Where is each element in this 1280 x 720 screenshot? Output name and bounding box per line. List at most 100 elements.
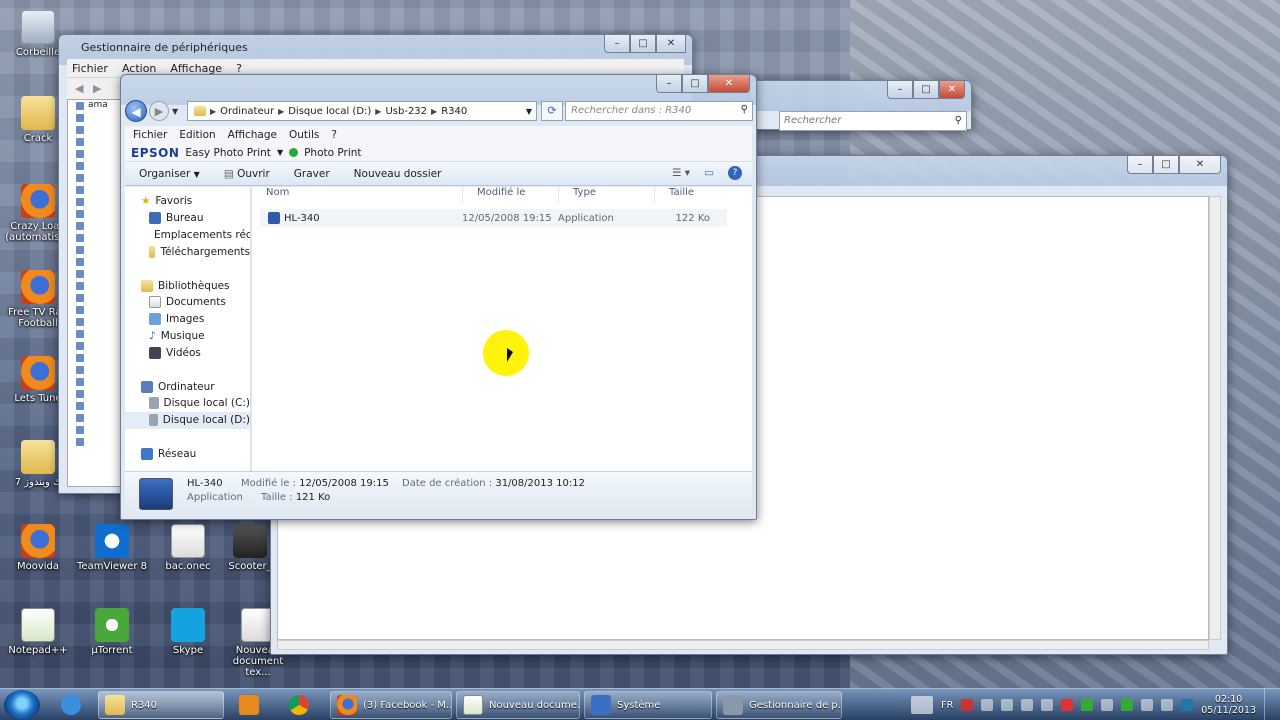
nav-favorites[interactable]: ★ Favoris	[125, 193, 250, 210]
network-signal-icon[interactable]	[1041, 699, 1054, 711]
close-button[interactable]: ✕	[708, 75, 750, 93]
nav-drive-d[interactable]: Disque local (D:)	[125, 411, 250, 429]
burn-button[interactable]: Graver	[294, 168, 330, 180]
minimize-button[interactable]: –	[1127, 156, 1153, 174]
nav-drive-c[interactable]: Disque local (C:)	[125, 395, 250, 412]
vertical-scrollbar[interactable]	[1209, 196, 1221, 640]
utorrent-tray-icon[interactable]	[1121, 699, 1134, 711]
help-icon[interactable]: ?	[728, 166, 742, 180]
tree-node[interactable]	[68, 352, 120, 364]
media-player-pinned-button[interactable]	[226, 691, 272, 719]
language-indicator[interactable]: FR	[941, 700, 953, 711]
chevron-down-icon[interactable]: ▼	[277, 148, 283, 157]
tree-node[interactable]	[68, 148, 120, 160]
tree-node[interactable]	[68, 256, 120, 268]
search-input[interactable]: Rechercher dans : R340 ⚲	[565, 101, 753, 121]
tree-node[interactable]	[68, 364, 120, 376]
nav-libraries[interactable]: Bibliothèques	[125, 277, 250, 294]
photo-print-button[interactable]: Photo Print	[304, 147, 361, 159]
menu-edition[interactable]: Edition	[179, 129, 215, 141]
tree-node[interactable]	[68, 196, 120, 208]
forward-button[interactable]: ▶	[149, 101, 169, 121]
tree-node[interactable]	[68, 208, 120, 220]
desktop-icon-notepad-plus[interactable]: Notepad++	[0, 608, 76, 656]
tray-app-icon[interactable]	[1101, 699, 1114, 711]
tree-node[interactable]	[68, 220, 120, 232]
taskbar-item-system[interactable]: Système	[584, 691, 712, 719]
file-row[interactable]: HL-340 12/05/2008 19:15 Application 122 …	[260, 209, 727, 227]
clock[interactable]: 02:10 05/11/2013	[1201, 694, 1256, 716]
nav-computer[interactable]: Ordinateur	[125, 378, 250, 395]
tree-node[interactable]	[68, 304, 120, 316]
column-header-modified[interactable]: Modifié le	[462, 187, 525, 203]
ie-pinned-button[interactable]	[48, 691, 94, 719]
tray-app-icon[interactable]	[1181, 699, 1194, 711]
nav-downloads[interactable]: Téléchargements	[125, 243, 250, 260]
tree-node[interactable]	[68, 124, 120, 136]
menu-help[interactable]: ?	[331, 129, 337, 141]
tray-app-icon[interactable]	[1161, 699, 1174, 711]
preview-pane-icon[interactable]: ▭	[704, 167, 714, 179]
menu-action[interactable]: Action	[122, 62, 156, 75]
back-arrow-icon[interactable]: ◀	[75, 82, 83, 95]
tree-node[interactable]	[68, 424, 120, 436]
antivirus-icon[interactable]	[961, 699, 974, 711]
tray-app-icon[interactable]	[1081, 699, 1094, 711]
tree-node[interactable]	[68, 292, 120, 304]
start-button[interactable]	[4, 690, 40, 720]
horizontal-scrollbar[interactable]	[277, 640, 1209, 650]
breadcrumb-computer[interactable]: Ordinateur	[220, 106, 274, 117]
maximize-button[interactable]: □	[630, 35, 656, 53]
menu-outils[interactable]: Outils	[289, 129, 319, 141]
device-tree[interactable]: ama	[67, 99, 121, 487]
breadcrumb-drive-d[interactable]: Disque local (D:)	[288, 106, 371, 117]
minimize-button[interactable]: –	[656, 75, 682, 93]
menu-affichage[interactable]: Affichage	[170, 62, 222, 75]
nav-network[interactable]: Réseau	[125, 446, 250, 463]
volume-icon[interactable]	[1021, 699, 1034, 711]
column-header-name[interactable]: Nom	[252, 187, 289, 203]
forward-arrow-icon[interactable]: ▶	[93, 82, 101, 95]
tree-node[interactable]	[68, 280, 120, 292]
action-center-icon[interactable]	[981, 699, 994, 711]
background-explorer-window[interactable]: – □ ✕ Rechercher ⚲	[750, 80, 972, 131]
menu-help[interactable]: ?	[236, 62, 242, 75]
tree-node[interactable]	[68, 232, 120, 244]
column-header-size[interactable]: Taille	[654, 187, 694, 203]
tree-node[interactable]	[68, 160, 120, 172]
tree-node[interactable]	[68, 328, 120, 340]
explorer-window[interactable]: – □ ✕ ◀ ▶ ▼ ▶ Ordinateur ▶ Disque local …	[120, 74, 757, 520]
nav-desktop[interactable]: Bureau	[125, 210, 250, 227]
close-button[interactable]: ✕	[1179, 156, 1221, 174]
chevron-down-icon[interactable]: ▼	[526, 107, 532, 116]
tree-root[interactable]: ama	[68, 100, 120, 112]
open-button[interactable]: ▤ Ouvrir	[224, 168, 270, 180]
nav-videos[interactable]: Vidéos	[125, 344, 250, 361]
recent-pages-dropdown[interactable]: ▼	[172, 107, 178, 116]
maximize-button[interactable]: □	[1153, 156, 1179, 174]
tree-node[interactable]	[68, 388, 120, 400]
tree-node[interactable]	[68, 412, 120, 424]
tray-app-icon[interactable]	[1141, 699, 1154, 711]
search-input[interactable]: Rechercher ⚲	[779, 111, 967, 131]
back-button[interactable]: ◀	[125, 100, 147, 122]
tree-node[interactable]	[68, 268, 120, 280]
tree-node[interactable]	[68, 112, 120, 124]
menu-fichier[interactable]: Fichier	[133, 129, 167, 141]
refresh-button[interactable]: ⟳	[541, 101, 563, 121]
taskbar-item-r340[interactable]: R340	[98, 691, 224, 719]
nav-documents[interactable]: Documents	[125, 294, 250, 311]
pen-tablet-icon[interactable]	[911, 696, 934, 714]
breadcrumb-r340[interactable]: R340	[441, 106, 467, 117]
menu-fichier[interactable]: Fichier	[72, 62, 108, 75]
tree-node[interactable]	[68, 136, 120, 148]
chrome-pinned-button[interactable]	[276, 691, 322, 719]
column-header-type[interactable]: Type	[558, 187, 596, 203]
close-button[interactable]: ✕	[656, 35, 686, 53]
taskbar-item-notepad[interactable]: Nouveau docume...	[456, 691, 580, 719]
breadcrumb-usb232[interactable]: Usb-232	[385, 106, 427, 117]
power-icon[interactable]	[1001, 699, 1014, 711]
tree-node[interactable]	[68, 400, 120, 412]
nav-recent-places[interactable]: Emplacements récents	[125, 227, 250, 244]
minimize-button[interactable]: –	[604, 35, 630, 53]
